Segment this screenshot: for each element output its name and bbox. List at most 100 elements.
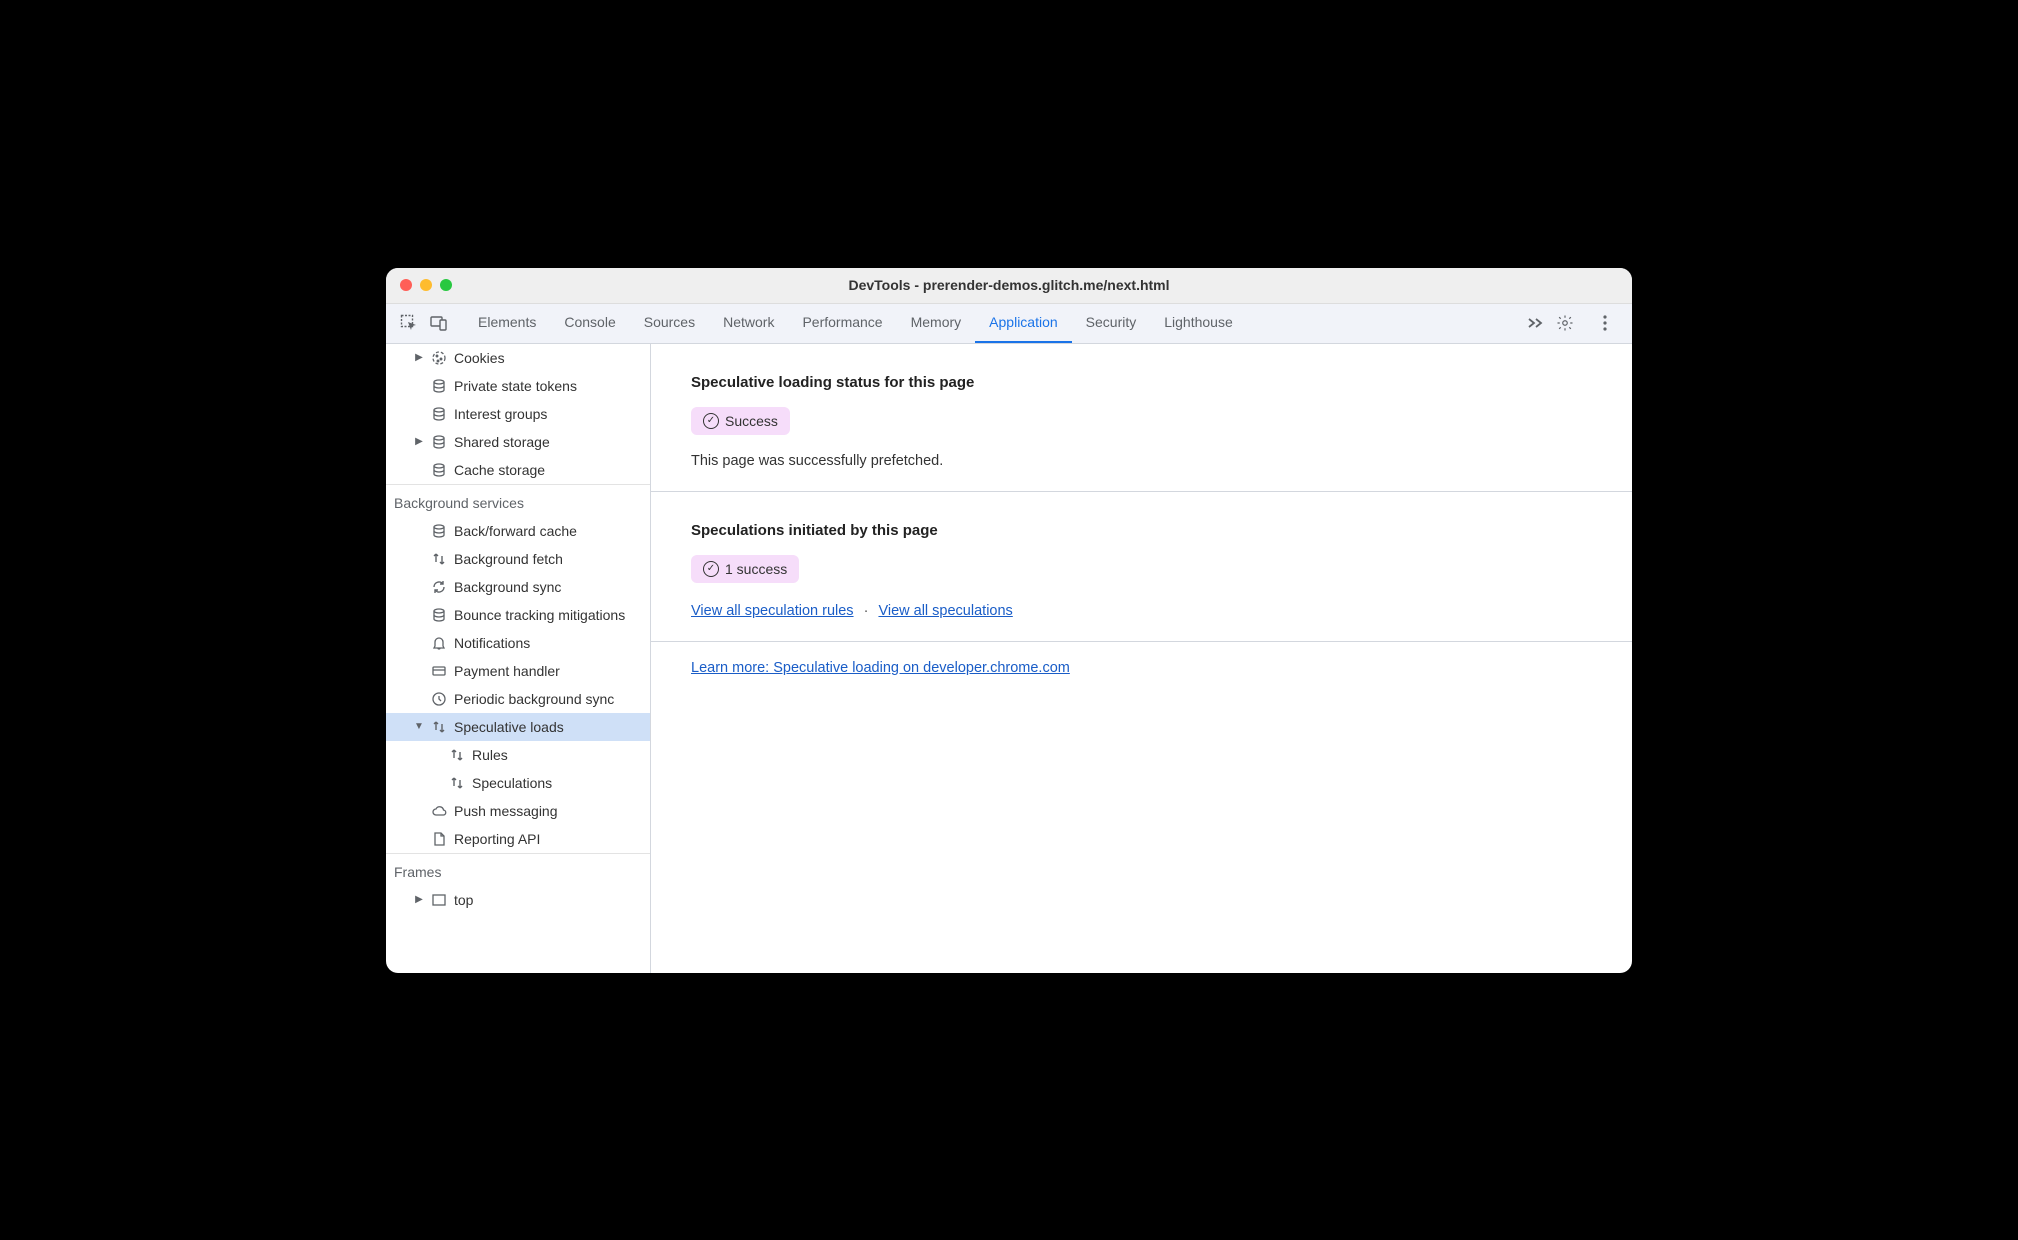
sidebar-item-label: Cache storage bbox=[454, 462, 545, 478]
status-heading: Speculative loading status for this page bbox=[691, 374, 1592, 391]
database-icon bbox=[430, 522, 448, 540]
status-section: Speculative loading status for this page… bbox=[651, 344, 1632, 492]
more-tabs-icon[interactable] bbox=[1522, 310, 1548, 336]
tab-network[interactable]: Network bbox=[709, 303, 788, 343]
sync-icon bbox=[430, 578, 448, 596]
cookie-icon bbox=[430, 349, 448, 367]
sidebar-item-label: Bounce tracking mitigations bbox=[454, 607, 625, 623]
sidebar-item-label: Cookies bbox=[454, 350, 505, 366]
sidebar-item-cache-storage[interactable]: ▶Cache storage bbox=[386, 456, 650, 484]
tab-performance[interactable]: Performance bbox=[788, 303, 896, 343]
toolbar-right bbox=[1552, 310, 1618, 336]
tab-console[interactable]: Console bbox=[550, 303, 629, 343]
sidebar-item-label: top bbox=[454, 892, 473, 908]
sidebar-section-frames: Frames bbox=[386, 853, 650, 886]
devtools-toolbar: ElementsConsoleSourcesNetworkPerformance… bbox=[386, 304, 1632, 344]
cloud-icon bbox=[430, 802, 448, 820]
sidebar-item-label: Reporting API bbox=[454, 831, 540, 847]
sidebar-item-reporting-api[interactable]: ▶Reporting API bbox=[386, 825, 650, 853]
tab-application[interactable]: Application bbox=[975, 303, 1072, 343]
sidebar-item-label: Interest groups bbox=[454, 406, 547, 422]
tab-memory[interactable]: Memory bbox=[897, 303, 976, 343]
sidebar-item-label: Notifications bbox=[454, 635, 530, 651]
sidebar-item-push-messaging[interactable]: ▶Push messaging bbox=[386, 797, 650, 825]
sidebar-item-background-fetch[interactable]: ▶Background fetch bbox=[386, 545, 650, 573]
sidebar-item-top[interactable]: ▶ top bbox=[386, 886, 650, 914]
frame-icon bbox=[430, 891, 448, 909]
sidebar-item-periodic-background-sync[interactable]: ▶Periodic background sync bbox=[386, 685, 650, 713]
expand-arrow-icon[interactable]: ▶ bbox=[414, 436, 424, 447]
sidebar-item-private-state-tokens[interactable]: ▶Private state tokens bbox=[386, 372, 650, 400]
sidebar-item-speculative-loads[interactable]: ▼ Speculative loads bbox=[386, 713, 650, 741]
speculations-links: View all speculation rules · View all sp… bbox=[691, 603, 1592, 619]
updown-icon bbox=[448, 774, 466, 792]
expand-arrow-icon[interactable]: ▶ bbox=[414, 352, 424, 363]
doc-icon bbox=[430, 830, 448, 848]
tab-lighthouse[interactable]: Lighthouse bbox=[1150, 303, 1247, 343]
sidebar-item-notifications[interactable]: ▶Notifications bbox=[386, 629, 650, 657]
devtools-window: DevTools - prerender-demos.glitch.me/nex… bbox=[386, 268, 1632, 973]
learn-more-section: Learn more: Speculative loading on devel… bbox=[651, 642, 1632, 694]
sidebar-item-label: Periodic background sync bbox=[454, 691, 614, 707]
tab-sources[interactable]: Sources bbox=[630, 303, 709, 343]
database-icon bbox=[430, 433, 448, 451]
sidebar-item-rules[interactable]: ▶Rules bbox=[386, 741, 650, 769]
tab-security[interactable]: Security bbox=[1072, 303, 1151, 343]
content-area: ▶Cookies▶Private state tokens▶Interest g… bbox=[386, 344, 1632, 973]
sidebar-item-shared-storage[interactable]: ▶ Shared storage bbox=[386, 428, 650, 456]
database-icon bbox=[430, 461, 448, 479]
updown-icon bbox=[430, 550, 448, 568]
speculations-badge-label: 1 success bbox=[725, 561, 787, 577]
application-sidebar: ▶Cookies▶Private state tokens▶Interest g… bbox=[386, 344, 651, 973]
database-icon bbox=[430, 405, 448, 423]
updown-icon bbox=[430, 718, 448, 736]
sidebar-item-speculations[interactable]: ▶Speculations bbox=[386, 769, 650, 797]
titlebar: DevTools - prerender-demos.glitch.me/nex… bbox=[386, 268, 1632, 304]
sidebar-item-label: Payment handler bbox=[454, 663, 560, 679]
updown-icon bbox=[448, 746, 466, 764]
inspect-element-icon[interactable] bbox=[396, 310, 422, 336]
sidebar-item-label: Private state tokens bbox=[454, 378, 577, 394]
more-menu-icon[interactable] bbox=[1592, 310, 1618, 336]
sidebar-section-background-services: Background services bbox=[386, 484, 650, 517]
status-description: This page was successfully prefetched. bbox=[691, 453, 1592, 469]
sidebar-item-back-forward-cache[interactable]: ▶Back/forward cache bbox=[386, 517, 650, 545]
collapse-arrow-icon[interactable]: ▼ bbox=[414, 721, 424, 732]
speculations-section: Speculations initiated by this page ✓ 1 … bbox=[651, 492, 1632, 642]
settings-icon[interactable] bbox=[1552, 310, 1578, 336]
speculations-heading: Speculations initiated by this page bbox=[691, 522, 1592, 539]
sidebar-item-label: Speculations bbox=[472, 775, 552, 791]
card-icon bbox=[430, 662, 448, 680]
sidebar-item-label: Background fetch bbox=[454, 551, 563, 567]
device-toggle-icon[interactable] bbox=[426, 310, 452, 336]
sidebar-item-label: Speculative loads bbox=[454, 719, 564, 735]
sidebar-item-interest-groups[interactable]: ▶Interest groups bbox=[386, 400, 650, 428]
sidebar-item-cookies[interactable]: ▶ Cookies bbox=[386, 344, 650, 372]
sidebar-item-label: Shared storage bbox=[454, 434, 550, 450]
speculations-badge: ✓ 1 success bbox=[691, 555, 799, 583]
tab-elements[interactable]: Elements bbox=[464, 303, 550, 343]
check-circle-icon: ✓ bbox=[703, 413, 719, 429]
view-speculations-link[interactable]: View all speculations bbox=[878, 603, 1012, 619]
sidebar-item-bounce-tracking-mitigations[interactable]: ▶Bounce tracking mitigations bbox=[386, 601, 650, 629]
link-separator: · bbox=[864, 603, 869, 619]
main-panel: Speculative loading status for this page… bbox=[651, 344, 1632, 973]
sidebar-item-label: Background sync bbox=[454, 579, 561, 595]
clock-icon bbox=[430, 690, 448, 708]
bell-icon bbox=[430, 634, 448, 652]
status-badge-label: Success bbox=[725, 413, 778, 429]
sidebar-item-label: Rules bbox=[472, 747, 508, 763]
expand-arrow-icon[interactable]: ▶ bbox=[414, 894, 424, 905]
view-rules-link[interactable]: View all speculation rules bbox=[691, 603, 854, 619]
panel-tabs: ElementsConsoleSourcesNetworkPerformance… bbox=[464, 303, 1518, 343]
database-icon bbox=[430, 606, 448, 624]
sidebar-item-label: Back/forward cache bbox=[454, 523, 577, 539]
learn-more-link[interactable]: Learn more: Speculative loading on devel… bbox=[691, 660, 1070, 676]
sidebar-item-payment-handler[interactable]: ▶Payment handler bbox=[386, 657, 650, 685]
sidebar-item-label: Push messaging bbox=[454, 803, 558, 819]
database-icon bbox=[430, 377, 448, 395]
check-circle-icon: ✓ bbox=[703, 561, 719, 577]
window-title: DevTools - prerender-demos.glitch.me/nex… bbox=[386, 277, 1632, 293]
status-badge: ✓ Success bbox=[691, 407, 790, 435]
sidebar-item-background-sync[interactable]: ▶Background sync bbox=[386, 573, 650, 601]
